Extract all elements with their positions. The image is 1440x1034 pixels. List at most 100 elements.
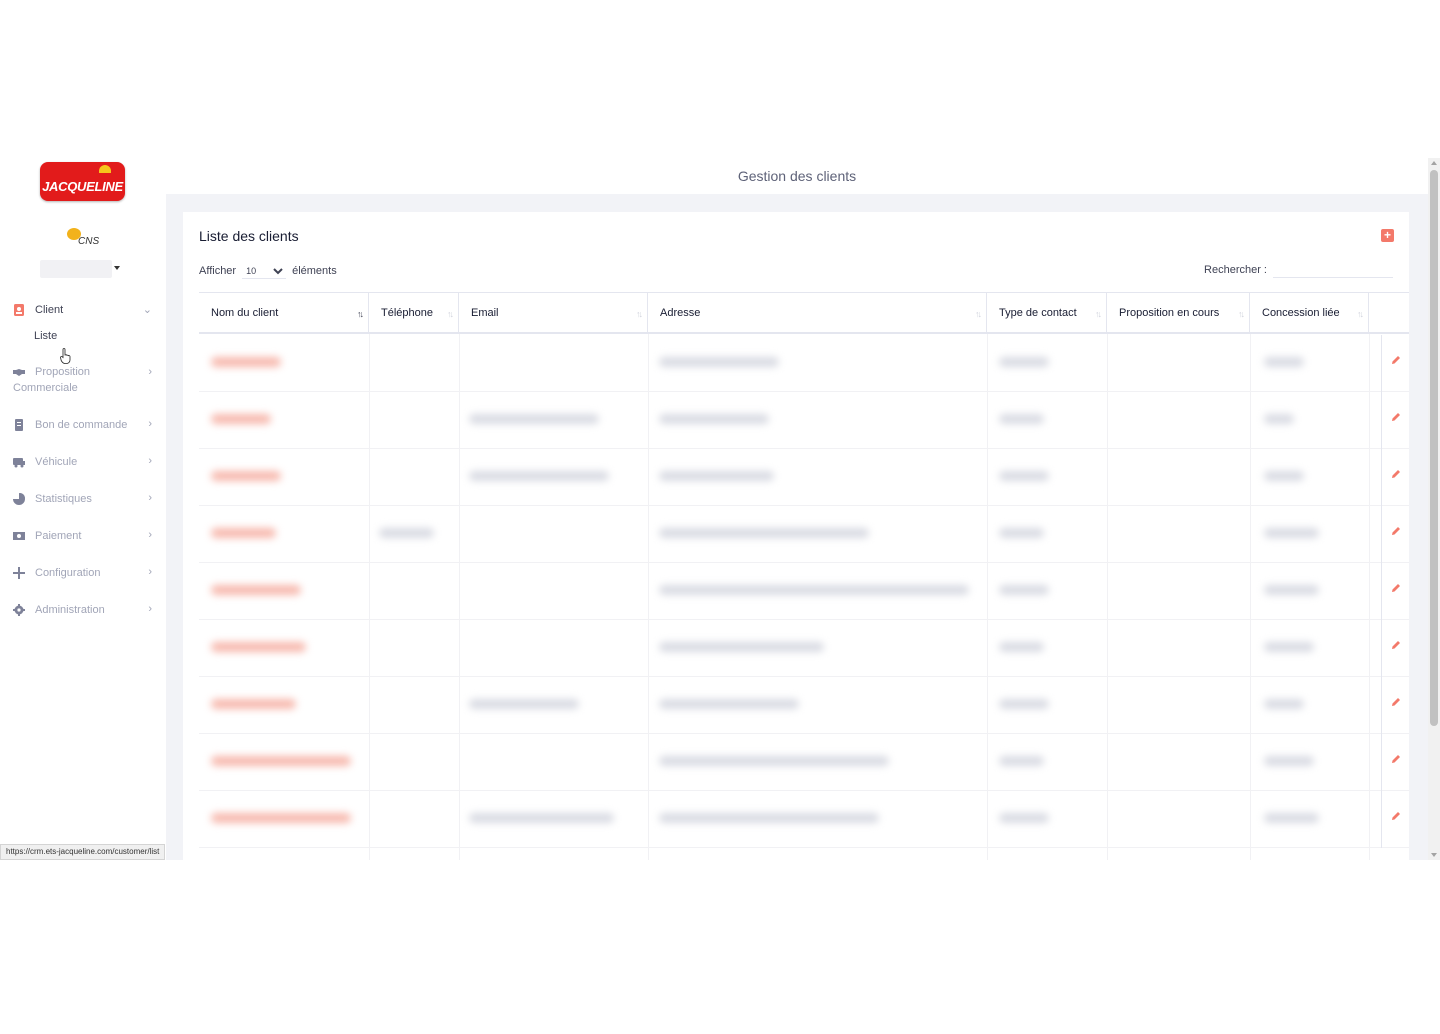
clients-card: Liste des clients + Afficher 10 éléments… <box>183 212 1409 860</box>
company-logo: CNS <box>66 228 100 250</box>
sort-icon: ↑↓ <box>975 309 982 319</box>
edit-cell <box>1381 620 1409 677</box>
redacted-cell <box>999 528 1044 538</box>
redacted-cell <box>469 813 614 823</box>
pencil-icon[interactable] <box>1391 754 1401 764</box>
card-title: Liste des clients <box>199 228 299 244</box>
sort-icon: ↑↓ <box>1238 309 1245 319</box>
address-card-icon <box>14 304 24 316</box>
sort-icon: ↑↓ <box>447 309 454 319</box>
pencil-icon[interactable] <box>1391 583 1401 593</box>
column-label: Nom du client <box>211 307 279 319</box>
table-row[interactable] <box>199 677 1409 734</box>
column-header-concession-liee[interactable]: Concession liée ↑↓ <box>1250 293 1369 333</box>
redacted-cell <box>211 756 351 766</box>
edit-cell <box>1381 335 1409 392</box>
page-length-control: Afficher 10 éléments <box>199 263 337 279</box>
edit-cell <box>1381 392 1409 449</box>
pencil-icon[interactable] <box>1391 412 1401 422</box>
gear-icon <box>13 604 25 616</box>
edit-cell <box>1381 791 1409 848</box>
sidebar-item-administration[interactable]: Administration › <box>0 598 166 624</box>
sidebar: JACQUELINE CNS Client ⌄ Liste Propositio… <box>0 158 166 860</box>
column-header-email[interactable]: Email ↑↓ <box>459 293 648 333</box>
caret-down-icon[interactable] <box>114 266 120 270</box>
chevron-right-icon: › <box>148 566 152 578</box>
sidebar-item-label: Bon de commande <box>35 419 128 431</box>
pencil-icon[interactable] <box>1391 640 1401 650</box>
sort-icon: ↑↓ <box>636 309 643 319</box>
sidebar-item-label: Administration <box>35 604 105 616</box>
column-header-telephone[interactable]: Téléphone ↑↓ <box>369 293 459 333</box>
table-row[interactable] <box>199 449 1409 506</box>
sidebar-item-bon-de-commande[interactable]: Bon de commande › <box>0 413 166 439</box>
edit-cell <box>1381 677 1409 734</box>
pencil-icon[interactable] <box>1391 355 1401 365</box>
redacted-cell <box>211 471 281 481</box>
redacted-cell <box>1264 471 1304 481</box>
table-row[interactable] <box>199 791 1409 848</box>
redacted-cell <box>659 699 799 709</box>
chevron-right-icon: › <box>148 603 152 615</box>
scroll-down-arrow-icon[interactable] <box>1431 853 1437 857</box>
column-header-type-de-contact[interactable]: Type de contact ↑↓ <box>987 293 1107 333</box>
redacted-cell <box>211 414 271 424</box>
redacted-cell <box>999 756 1044 766</box>
table-row[interactable] <box>199 734 1409 791</box>
chevron-right-icon: › <box>148 418 152 430</box>
column-divider <box>1107 334 1108 860</box>
redacted-cell <box>1264 642 1314 652</box>
column-header-actions <box>1369 293 1409 333</box>
column-header-nom-du-client[interactable]: Nom du client ↑↓ <box>199 293 369 333</box>
table-row[interactable] <box>199 335 1409 392</box>
column-header-proposition-en-cours[interactable]: Proposition en cours ↑↓ <box>1107 293 1250 333</box>
user-dropdown[interactable] <box>40 260 112 278</box>
sidebar-item-configuration[interactable]: Configuration › <box>0 561 166 587</box>
redacted-cell <box>211 585 301 595</box>
pencil-icon[interactable] <box>1391 697 1401 707</box>
vertical-scrollbar[interactable] <box>1428 158 1440 860</box>
column-label: Type de contact <box>999 307 1077 319</box>
add-client-button[interactable]: + <box>1381 229 1394 242</box>
redacted-cell <box>999 471 1049 481</box>
sidebar-item-paiement[interactable]: Paiement › <box>0 524 166 550</box>
scrollbar-thumb[interactable] <box>1430 170 1438 726</box>
redacted-cell <box>211 357 281 367</box>
redacted-cell <box>659 357 779 367</box>
plus-icon <box>13 567 25 579</box>
redacted-cell <box>659 642 824 652</box>
pencil-icon[interactable] <box>1391 811 1401 821</box>
sidebar-subitem-liste[interactable]: Liste <box>34 330 57 342</box>
pie-chart-icon <box>13 493 25 505</box>
page-header: Gestion des clients <box>166 158 1428 194</box>
pencil-icon[interactable] <box>1391 469 1401 479</box>
redacted-cell <box>211 528 276 538</box>
sidebar-item-client[interactable]: Client ⌄ <box>0 298 166 324</box>
redacted-cell <box>1264 813 1319 823</box>
table-row[interactable] <box>199 392 1409 449</box>
redacted-cell <box>999 357 1049 367</box>
jacqueline-logo[interactable]: JACQUELINE <box>40 162 125 201</box>
search-input[interactable] <box>1273 262 1393 278</box>
logo-text: JACQUELINE <box>42 179 123 194</box>
pencil-icon[interactable] <box>1391 526 1401 536</box>
redacted-cell <box>659 756 889 766</box>
column-header-adresse[interactable]: Adresse ↑↓ <box>648 293 987 333</box>
page-length-select[interactable]: 10 <box>242 263 287 279</box>
chevron-down-icon: ⌄ <box>142 304 152 316</box>
table-row[interactable] <box>199 620 1409 677</box>
table-row[interactable] <box>199 563 1409 620</box>
table-row[interactable] <box>199 506 1409 563</box>
redacted-cell <box>659 471 774 481</box>
chevron-right-icon: › <box>148 529 152 541</box>
column-divider <box>369 334 370 860</box>
app-window: JACQUELINE CNS Client ⌄ Liste Propositio… <box>0 158 1440 860</box>
sidebar-item-vehicule[interactable]: Véhicule › <box>0 450 166 476</box>
redacted-cell <box>1264 528 1319 538</box>
sun-icon <box>99 165 111 173</box>
sidebar-item-statistiques[interactable]: Statistiques › <box>0 487 166 513</box>
sidebar-item-proposition-commerciale[interactable]: Proposition Commerciale › <box>0 360 166 400</box>
sidebar-item-label: Client <box>35 304 64 316</box>
scroll-up-arrow-icon[interactable] <box>1431 161 1437 165</box>
money-bill-icon <box>13 532 25 540</box>
